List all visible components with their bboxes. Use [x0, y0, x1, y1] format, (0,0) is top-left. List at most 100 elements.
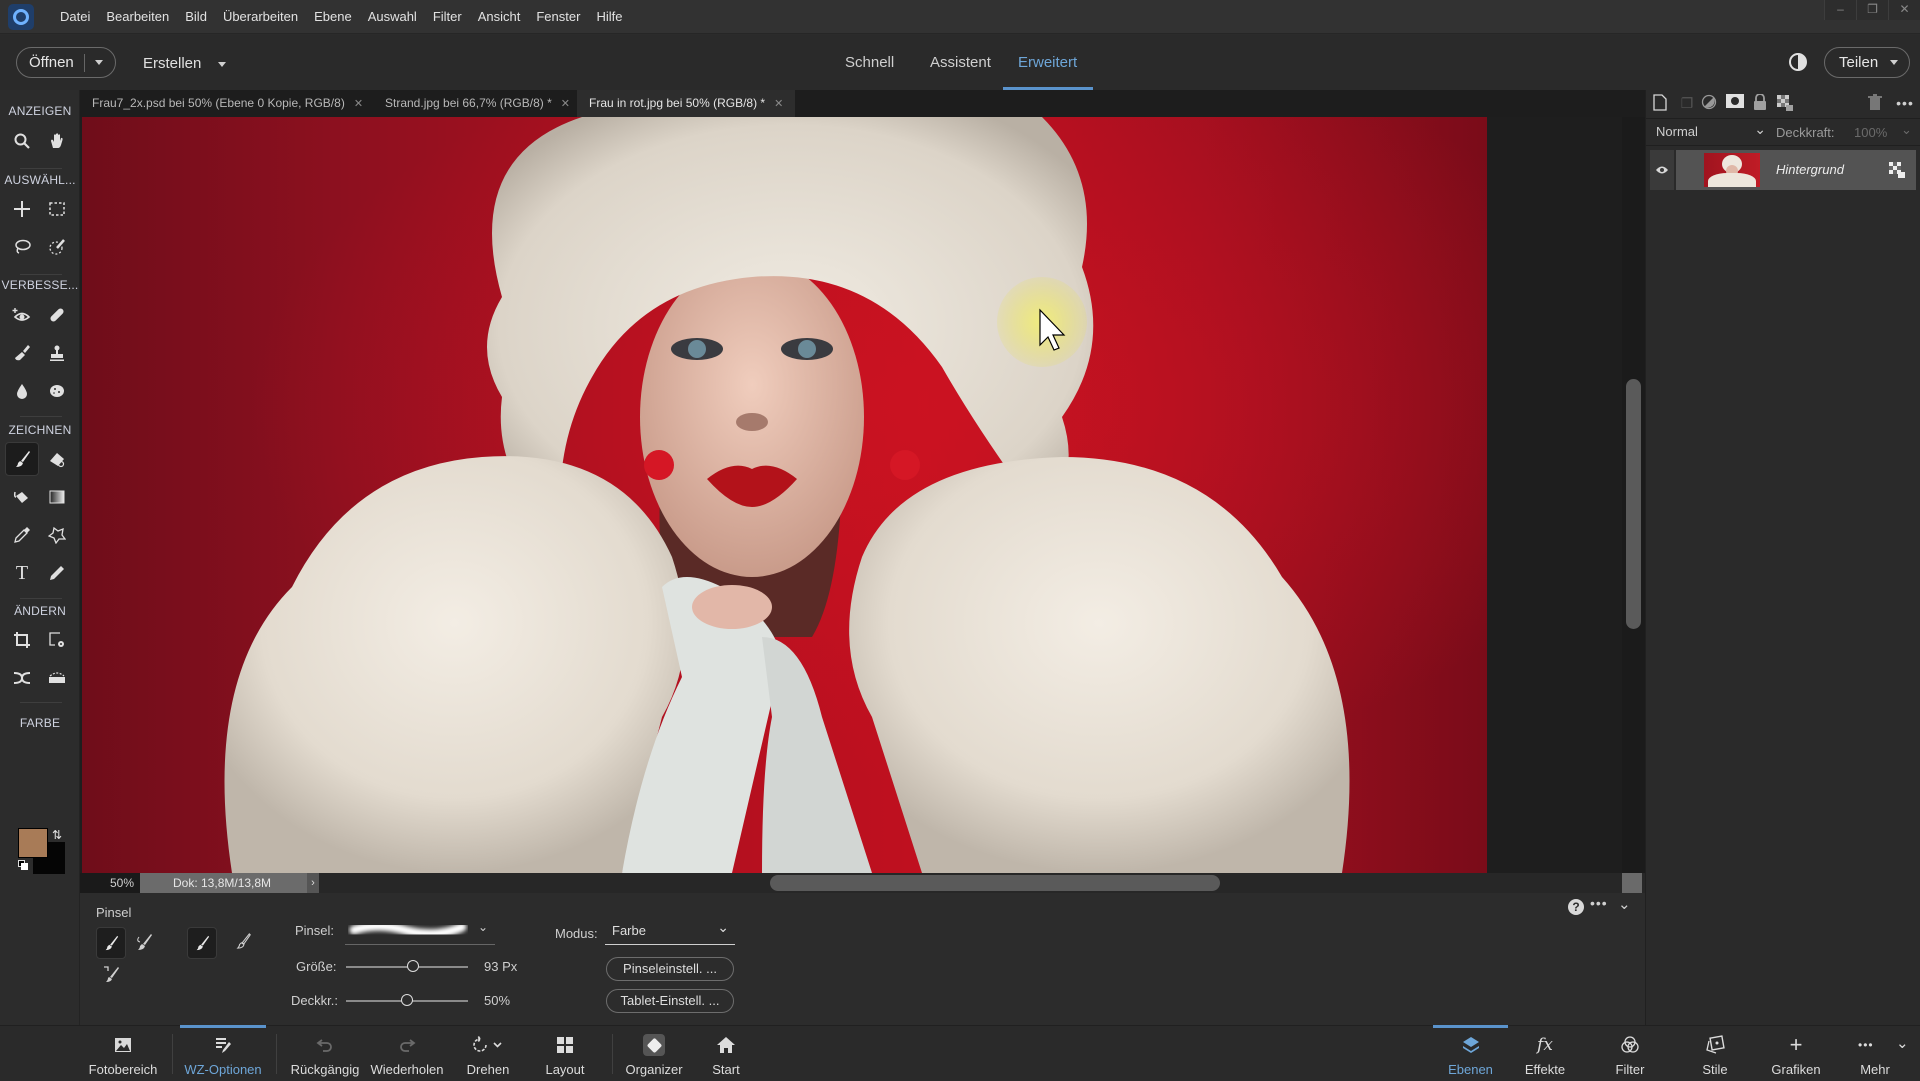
tablet-settings-button[interactable]: Tablet-Einstell. ... [606, 989, 734, 1013]
menu-bearbeiten[interactable]: Bearbeiten [98, 0, 177, 34]
recompose-tool-icon[interactable] [42, 625, 72, 655]
crop-tool-icon[interactable] [7, 625, 37, 655]
eyedropper-tool-icon[interactable] [7, 520, 37, 550]
custom-shape-tool-icon[interactable] [42, 520, 72, 550]
mode-select[interactable]: Farbe ⌄ [605, 917, 735, 945]
layer-opacity-field[interactable]: 100% [1854, 125, 1887, 140]
menu-filter[interactable]: Filter [425, 0, 470, 34]
layer-row[interactable]: Hintergrund [1676, 150, 1916, 190]
blur-tool-icon[interactable] [7, 376, 37, 406]
open-button[interactable]: Öffnen [29, 54, 74, 71]
brush-settings-button[interactable]: Pinseleinstell. ... [606, 957, 734, 981]
sponge-tool-icon[interactable] [42, 376, 72, 406]
vertical-scrollbar[interactable] [1622, 117, 1645, 873]
help-icon[interactable]: ? [1568, 899, 1584, 915]
photo-bin-button[interactable]: Fotobereich [82, 1026, 164, 1081]
mode-tab-schnell[interactable]: Schnell [845, 35, 894, 90]
vertical-scrollbar-thumb[interactable] [1626, 379, 1641, 629]
menu-ansicht[interactable]: Ansicht [470, 0, 529, 34]
clone-stamp-tool-icon[interactable] [42, 338, 72, 368]
expand-panel-icon[interactable]: ⌄ [1896, 1034, 1909, 1052]
mode-tab-assistent[interactable]: Assistent [930, 35, 991, 90]
start-button[interactable]: Start [700, 1026, 752, 1081]
type-tool-icon[interactable]: T [7, 558, 37, 588]
canvas-area[interactable] [80, 117, 1645, 873]
menu-datei[interactable]: Datei [52, 0, 98, 34]
opacity-slider-knob[interactable] [401, 994, 413, 1006]
layout-button[interactable]: Layout [530, 1026, 600, 1081]
tool-options-button[interactable]: WZ-Optionen [180, 1025, 266, 1081]
menu-ebene[interactable]: Ebene [306, 0, 360, 34]
layer-mask-icon[interactable] [1726, 94, 1744, 112]
lasso-tool-icon[interactable] [7, 232, 37, 262]
filter-button[interactable]: Filter [1595, 1026, 1665, 1081]
zoom-tool-icon[interactable] [7, 126, 37, 156]
close-tab-icon[interactable]: ✕ [774, 98, 783, 110]
menu-ueberarbeiten[interactable]: Überarbeiten [215, 0, 306, 34]
collapse-options-icon[interactable]: ⌄ [1618, 895, 1631, 913]
minimize-button[interactable]: – [1824, 0, 1856, 20]
brush-mode-button[interactable] [96, 927, 126, 959]
brush-preset-picker[interactable] [345, 917, 495, 945]
swap-colors-icon[interactable]: ⇅ [52, 828, 62, 842]
smart-brush-tool-icon[interactable] [7, 338, 37, 368]
eraser-tool-icon[interactable] [42, 444, 72, 474]
straighten-tool-icon[interactable] [42, 663, 72, 693]
doc-tab[interactable]: Strand.jpg bei 66,7% (RGB/8) * ✕ [373, 90, 582, 117]
delete-layer-icon[interactable] [1866, 94, 1884, 112]
share-button[interactable]: Teilen [1824, 47, 1910, 78]
brush-type-normal-button[interactable] [187, 927, 217, 959]
quick-selection-tool-icon[interactable] [42, 232, 72, 262]
doc-tab[interactable]: Frau7_2x.psd bei 50% (Ebene 0 Kopie, RGB… [80, 90, 375, 117]
create-button[interactable]: Erstellen [143, 55, 226, 72]
new-layer-icon[interactable] [1651, 94, 1669, 112]
impressionist-brush-icon[interactable] [135, 933, 153, 956]
adjustment-layer-icon[interactable] [1700, 94, 1718, 112]
graphics-button[interactable]: + Grafiken [1760, 1026, 1832, 1081]
airbrush-icon[interactable] [236, 933, 252, 954]
doc-tab-active[interactable]: Frau in rot.jpg bei 50% (RGB/8) * ✕ [577, 90, 796, 117]
default-colors-icon[interactable] [18, 860, 28, 870]
move-tool-icon[interactable] [7, 194, 37, 224]
restore-button[interactable]: ❐ [1856, 0, 1888, 20]
rotate-button[interactable]: Drehen [455, 1026, 521, 1081]
red-eye-tool-icon[interactable] [7, 300, 37, 330]
doc-info-arrow-icon[interactable]: › [307, 873, 319, 893]
open-dropdown-icon[interactable] [94, 60, 103, 65]
more-options-icon[interactable]: ••• [1590, 895, 1608, 911]
redo-button[interactable]: Wiederholen [366, 1026, 448, 1081]
horizontal-scrollbar-thumb[interactable] [770, 875, 1220, 891]
menu-bild[interactable]: Bild [177, 0, 215, 34]
marquee-tool-icon[interactable] [42, 194, 72, 224]
layers-button[interactable]: Ebenen [1433, 1025, 1508, 1081]
pencil-tool-icon[interactable] [42, 558, 72, 588]
lock-icon[interactable] [1751, 93, 1769, 112]
brush-tool-icon[interactable] [5, 442, 39, 476]
content-aware-move-tool-icon[interactable] [7, 663, 37, 693]
menu-auswahl[interactable]: Auswahl [360, 0, 425, 34]
close-tab-icon[interactable]: ✕ [354, 98, 363, 110]
styles-button[interactable]: Stile [1680, 1026, 1750, 1081]
hand-tool-icon[interactable] [42, 126, 72, 156]
paint-bucket-tool-icon[interactable] [7, 482, 37, 512]
menu-fenster[interactable]: Fenster [528, 0, 588, 34]
close-tab-icon[interactable]: ✕ [561, 98, 570, 110]
layer-visibility-toggle[interactable] [1650, 150, 1674, 190]
brush-preset-dropdown-icon[interactable]: ⌄ [478, 920, 488, 934]
document-image[interactable] [82, 117, 1487, 873]
foreground-color-swatch[interactable] [18, 828, 48, 858]
menu-hilfe[interactable]: Hilfe [588, 0, 630, 34]
panel-menu-icon[interactable]: ••• [1896, 94, 1914, 112]
spot-healing-tool-icon[interactable] [42, 300, 72, 330]
lock-transparency-icon[interactable] [1776, 94, 1794, 112]
size-slider-knob[interactable] [407, 960, 420, 972]
close-button[interactable]: ✕ [1888, 0, 1920, 20]
undo-button[interactable]: Rückgängig [284, 1026, 366, 1081]
organizer-button[interactable]: Organizer [620, 1026, 688, 1081]
theme-toggle-icon[interactable] [1789, 53, 1807, 71]
blend-mode-select[interactable]: Normal ⌄ [1656, 121, 1766, 139]
layer-opacity-dropdown-icon[interactable]: ⌄ [1901, 122, 1912, 138]
color-replacement-brush-icon[interactable] [102, 964, 120, 987]
new-group-icon[interactable]: ❐ [1678, 94, 1696, 112]
effects-button[interactable]: fx Effekte [1510, 1026, 1580, 1081]
